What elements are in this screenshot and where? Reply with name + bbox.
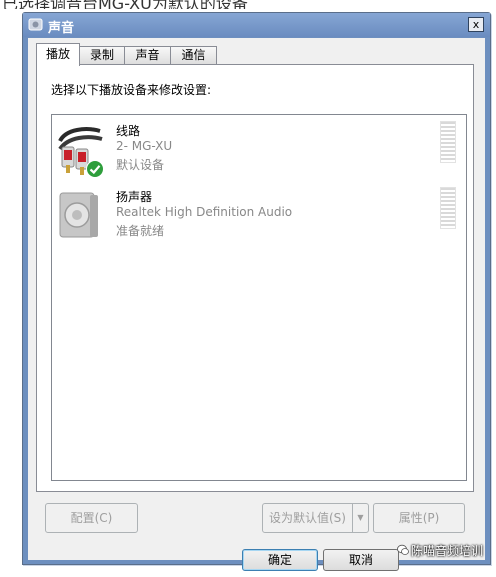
tab-playback[interactable]: 播放 [36,43,80,66]
close-button[interactable]: x [468,17,484,32]
instruction-text: 选择以下播放设备来修改设置: [51,83,212,97]
tab-label: 录制 [89,48,114,62]
sound-dialog: 声音 x 播放 录制 声音 通信 选择以下播放设备来修改设置: 线路 2- MG… [22,12,491,571]
tab-label: 通信 [181,48,206,62]
page-caption: 已选择调音台MG-XU为默认的设备 [0,0,496,9]
device-name: 扬声器 [116,190,153,204]
dialog-client-area: 播放 录制 声音 通信 选择以下播放设备来修改设置: 线路 2- MG-XU 默… [28,38,485,571]
default-check-icon [86,160,104,178]
window-title: 声音 [48,21,75,36]
ok-label: 确定 [267,553,292,567]
tab-recording[interactable]: 录制 [79,46,125,65]
tab-sounds[interactable]: 声音 [124,46,171,65]
set-default-label: 设为默认值(S) [269,511,346,525]
cancel-label: 取消 [348,553,373,567]
wechat-logo-icon [397,544,409,555]
device-list[interactable]: 线路 2- MG-XU 默认设备 扬声器 Realtek High Defini… [51,114,467,481]
title-bar[interactable]: 声音 x [23,13,490,37]
set-default-button[interactable]: 设为默认值(S) ▼ [262,503,369,533]
device-item-speaker[interactable]: 扬声器 Realtek High Definition Audio 准备就绪 [52,184,466,248]
properties-label: 属性(P) [398,511,440,525]
properties-button[interactable]: 属性(P) [373,503,465,533]
device-status: 默认设备 [116,158,165,172]
watermark-text: 陈喵音频培训 [411,544,484,558]
speaker-icon [59,192,98,238]
speaker-small-icon [28,18,43,31]
tab-communications[interactable]: 通信 [170,46,217,65]
tab-label: 声音 [135,48,160,62]
volume-level-meter [440,121,456,163]
volume-level-meter [440,187,456,229]
device-description: Realtek High Definition Audio [116,205,293,219]
configure-button[interactable]: 配置(C) [45,503,138,533]
watermark: 陈喵音频培训 [397,539,492,561]
page-caption-text: 已选择调音台MG-XU为默认的设备 [2,0,248,9]
ok-button[interactable]: 确定 [242,549,318,571]
tab-label: 播放 [45,47,70,61]
device-status: 准备就绪 [116,224,165,238]
chevron-down-icon[interactable]: ▼ [352,504,368,532]
device-name: 线路 [116,124,141,138]
close-icon: x [472,18,480,31]
device-item-line[interactable]: 线路 2- MG-XU 默认设备 [52,118,466,182]
playback-panel: 选择以下播放设备来修改设置: 线路 2- MG-XU 默认设备 扬声器 Real… [36,64,474,492]
configure-label: 配置(C) [70,511,113,525]
cancel-button[interactable]: 取消 [323,549,399,571]
device-description: 2- MG-XU [116,139,173,153]
